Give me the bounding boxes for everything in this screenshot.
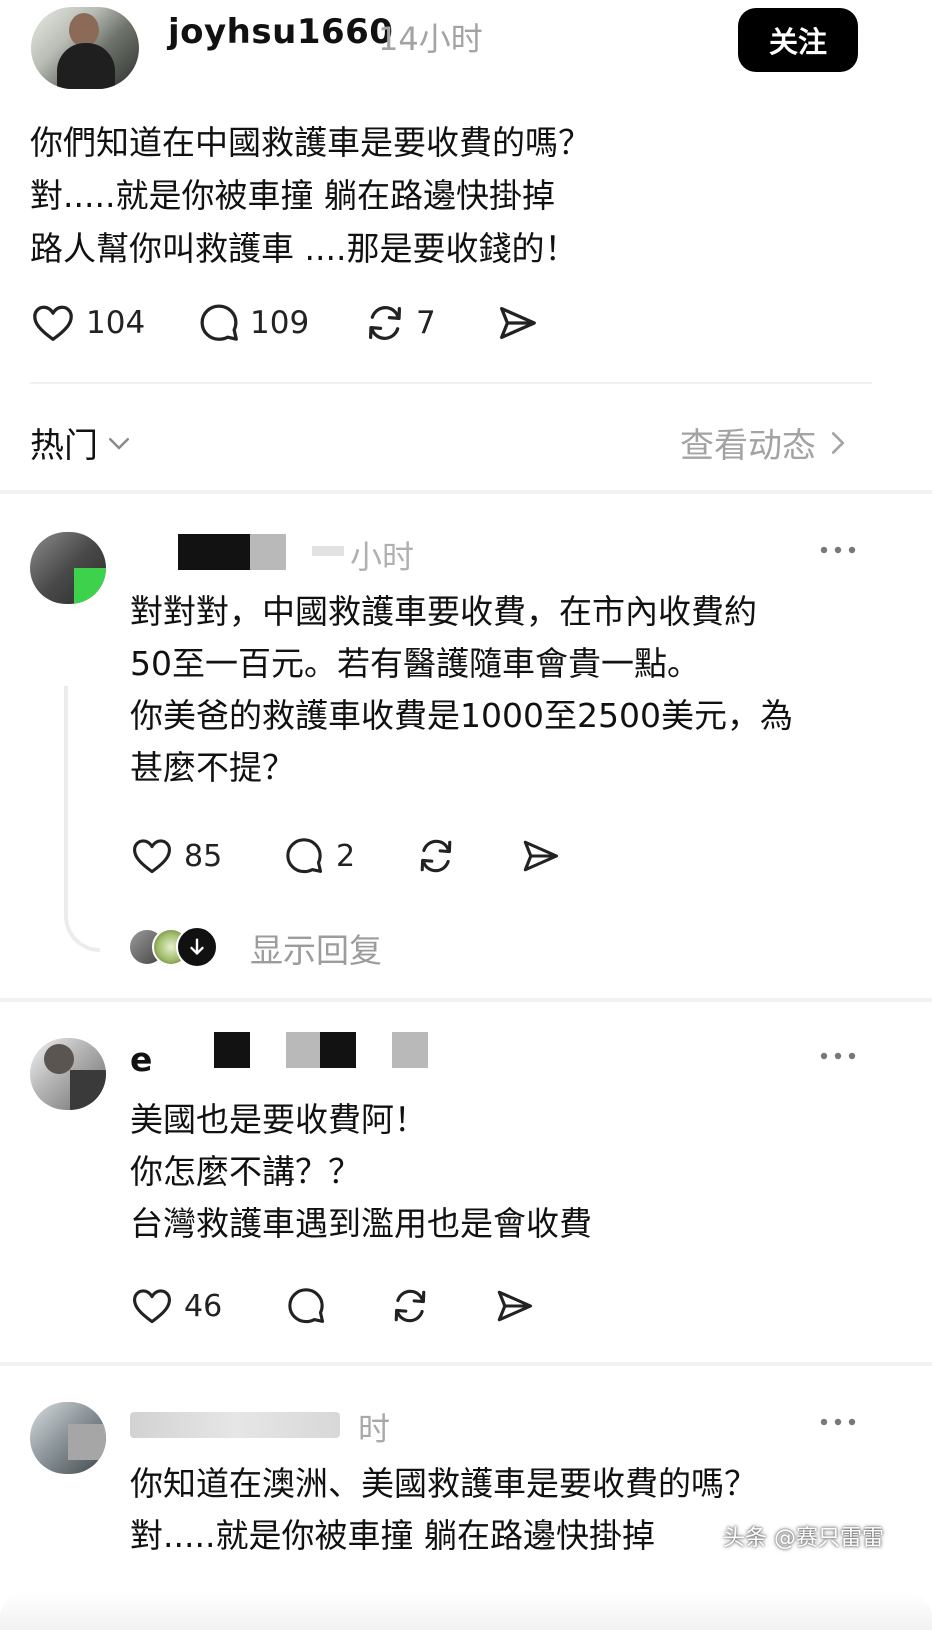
comment-button[interactable]: 2	[282, 834, 355, 878]
heart-icon	[130, 1284, 174, 1328]
like-count: 46	[184, 1288, 223, 1324]
more-options-button[interactable]	[818, 1046, 858, 1066]
redacted-username	[130, 1412, 340, 1438]
sort-dropdown[interactable]: 热门	[30, 418, 134, 467]
section-divider	[0, 490, 932, 494]
commenter-avatar[interactable]	[30, 532, 106, 604]
more-options-button[interactable]	[818, 540, 858, 560]
like-count: 104	[86, 305, 146, 341]
more-dots-icon	[818, 1412, 858, 1432]
comment-divider	[0, 998, 932, 1002]
more-dots-icon	[818, 540, 858, 560]
commenter-username[interactable]: e	[130, 1040, 152, 1079]
comment-bubble-icon	[282, 834, 326, 878]
repost-icon	[362, 300, 408, 346]
redacted-username	[214, 1032, 250, 1068]
comment-button[interactable]	[284, 1284, 328, 1328]
more-options-button[interactable]	[818, 1412, 858, 1432]
repost-button[interactable]	[414, 834, 458, 878]
repost-icon	[388, 1284, 432, 1328]
arrow-down-circle-icon	[176, 926, 218, 968]
redacted-username	[250, 534, 286, 570]
redacted-username	[320, 1032, 356, 1068]
share-button[interactable]	[492, 1284, 536, 1328]
comment-count: 2	[336, 838, 356, 874]
show-replies-link[interactable]: 显示回复	[250, 924, 382, 972]
redacted-timestamp	[392, 1032, 428, 1068]
redacted-username	[178, 534, 250, 570]
avatar-obscured-patch	[68, 1424, 106, 1460]
follow-button[interactable]: 关注	[738, 8, 858, 72]
redacted-time-part	[312, 546, 344, 556]
avatar-obscured-patch	[74, 568, 106, 604]
more-dots-icon	[818, 1046, 858, 1066]
heart-icon	[30, 300, 76, 346]
watermark: 头条 @赛只雷雷	[723, 1526, 884, 1551]
like-count: 85	[184, 838, 223, 874]
author-username[interactable]: joyhsu1660	[168, 12, 393, 52]
comment-timestamp: 时	[358, 1410, 391, 1448]
comment-button[interactable]: 109	[196, 300, 309, 346]
comment-bubble-icon	[196, 300, 242, 346]
avatar-obscured-patch	[70, 1070, 106, 1110]
heart-icon	[130, 834, 174, 878]
reply-avatars[interactable]	[128, 926, 224, 968]
sort-label: 热门	[30, 426, 98, 466]
send-icon	[494, 300, 540, 346]
like-button[interactable]: 85	[130, 834, 222, 878]
like-button[interactable]: 104	[30, 300, 145, 346]
send-icon	[518, 834, 562, 878]
like-button[interactable]: 46	[130, 1284, 222, 1328]
share-button[interactable]	[518, 834, 562, 878]
repost-count: 7	[416, 305, 436, 341]
chevron-right-icon	[826, 428, 850, 458]
comment-body: 對對對，中國救護車要收費，在市內收費約 50至一百元。若有醫護隨車會貴一點。 你…	[130, 592, 793, 787]
repost-button[interactable]: 7	[362, 300, 436, 346]
comment-divider	[0, 1362, 932, 1366]
commenter-avatar[interactable]	[30, 1402, 106, 1474]
redacted-username	[286, 1032, 322, 1068]
comment-bubble-icon	[284, 1284, 328, 1328]
send-icon	[492, 1284, 536, 1328]
thread-connector-line	[64, 686, 100, 952]
view-activity-link[interactable]: 查看动态	[680, 418, 850, 467]
bottom-sheet-edge	[0, 1592, 932, 1630]
repost-icon	[414, 834, 458, 878]
repost-button[interactable]	[388, 1284, 432, 1328]
comment-timestamp: 小时	[350, 538, 415, 576]
comment-body: 美國也是要收費阿！ 你怎麼不講？？ 台灣救護車遇到濫用也是會收費	[130, 1100, 592, 1243]
chevron-down-icon	[104, 428, 134, 458]
share-button[interactable]	[494, 300, 540, 346]
post-timestamp: 14小时	[378, 20, 483, 58]
author-avatar[interactable]	[31, 7, 139, 89]
commenter-avatar[interactable]	[30, 1038, 106, 1110]
post-body: 你們知道在中國救護車是要收費的嗎？ 對.....就是你被車撞 躺在路邊快掛掉 路…	[30, 123, 591, 268]
post-divider	[30, 382, 872, 384]
comment-count: 109	[250, 305, 310, 341]
view-activity-label: 查看动态	[680, 426, 816, 466]
